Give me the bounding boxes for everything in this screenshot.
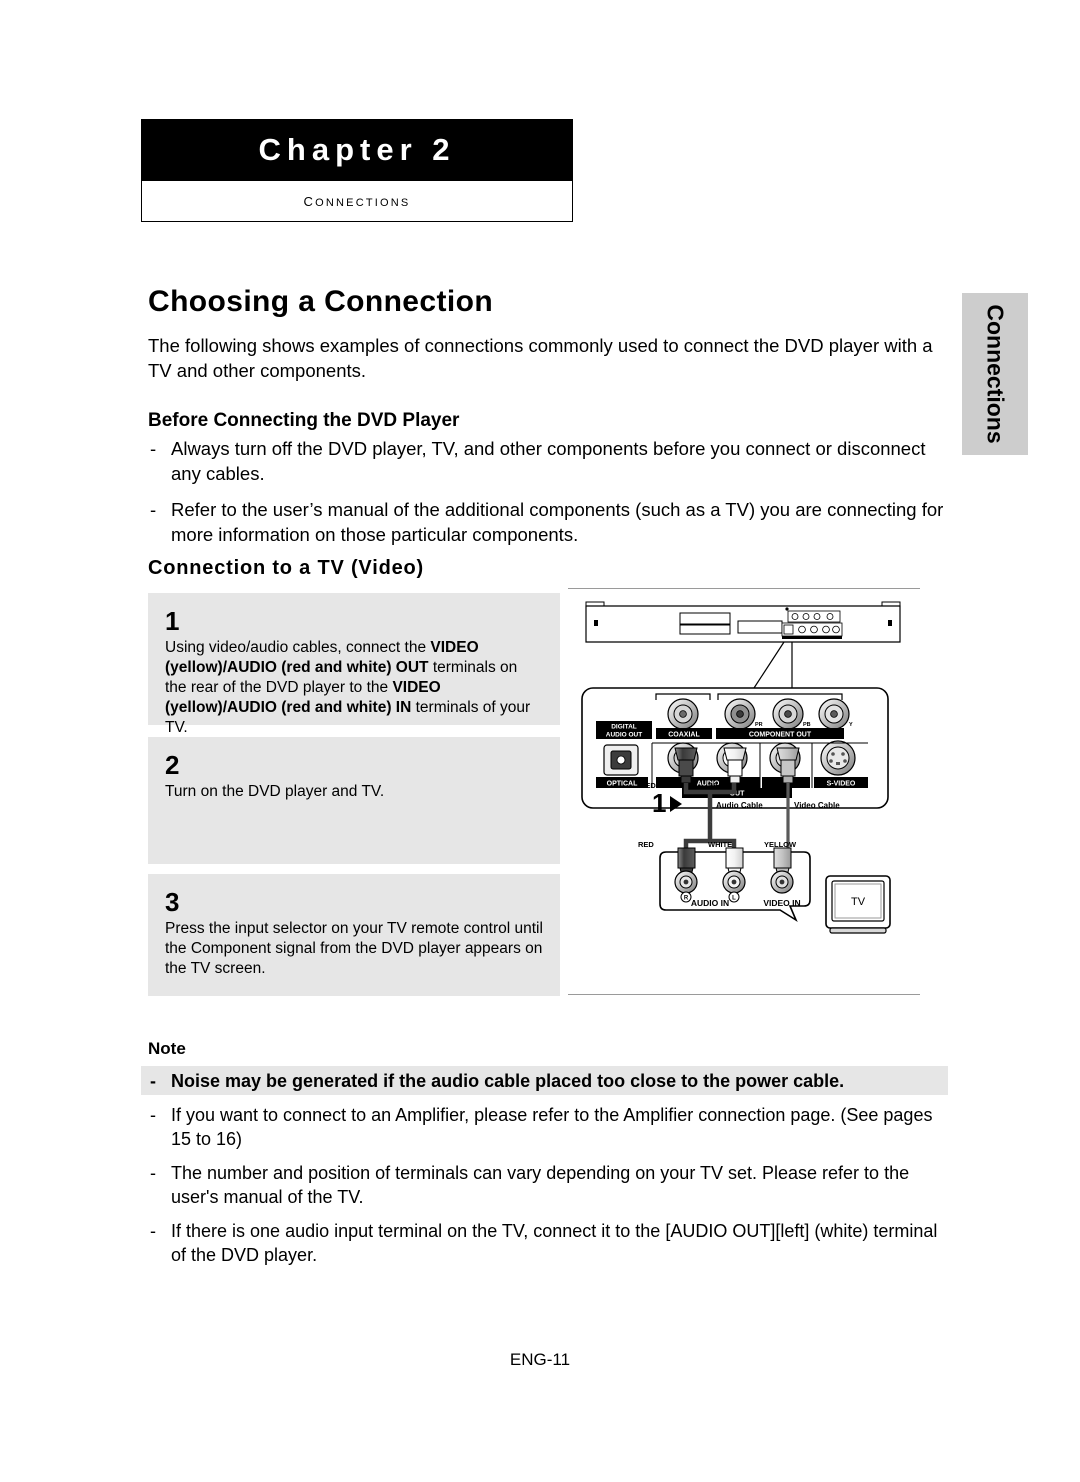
step-number: 3	[165, 887, 180, 917]
chapter-header: Chapter 2 Connections	[141, 119, 573, 222]
list-item-text: If you want to connect to an Amplifier, …	[171, 1105, 933, 1149]
dash-marker: -	[150, 1071, 156, 1091]
before-connecting-list: - Always turn off the DVD player, TV, an…	[148, 436, 948, 558]
dash-marker: -	[150, 1105, 156, 1125]
note-heading: Note	[148, 1039, 186, 1058]
label-red-bottom: RED	[638, 840, 654, 849]
dvd-rear-panel-full	[585, 601, 901, 643]
tv-set: TV	[825, 875, 891, 934]
svg-text:L: L	[732, 896, 736, 902]
list-item: - The number and position of terminals c…	[148, 1161, 948, 1209]
dash-marker: -	[150, 1221, 156, 1241]
list-item-text: Always turn off the DVD player, TV, and …	[171, 438, 926, 484]
tv-input-panel: R L AUDIO IN VIDEO IN	[659, 847, 811, 923]
label-yellow-top: YELLOW	[764, 781, 797, 790]
connection-diagram: PR PB Y COAXIAL COMPONENT OUT DIGITAL AU…	[568, 588, 920, 998]
side-tab-label: Connections	[982, 304, 1009, 444]
label-tv: TV	[851, 896, 866, 908]
label-white-top: WHITE	[708, 781, 732, 790]
list-item-text: Refer to the user’s manual of the additi…	[171, 499, 944, 545]
svg-text:R: R	[684, 896, 689, 902]
label-audio-in: AUDIO IN	[691, 898, 729, 908]
diagram-rule-bottom	[568, 994, 920, 995]
svg-text:DIGITAL: DIGITAL	[611, 724, 637, 731]
cable-color-labels-bottom: RED WHITE YELLOW	[638, 840, 797, 849]
side-tab-connections: Connections	[962, 293, 1028, 455]
list-item: - Noise may be generated if the audio ca…	[148, 1069, 948, 1093]
dash-marker: -	[150, 499, 157, 520]
diagram-svg: PR PB Y COAXIAL COMPONENT OUT DIGITAL AU…	[581, 601, 901, 934]
step-box-3: 3 Press the input selector on your TV re…	[148, 874, 560, 996]
jack-optical	[603, 744, 639, 776]
chapter-subtitle-bar: Connections	[141, 181, 573, 222]
tv-jack-video	[770, 870, 794, 894]
page-title: Choosing a Connection	[148, 285, 494, 318]
step-box-2: 2 Turn on the DVD player and TV.	[148, 737, 560, 864]
connection-section-heading: Connection to a TV (Video)	[148, 557, 424, 579]
dash-marker: -	[150, 1163, 156, 1183]
page-footer: ENG-11	[509, 1350, 571, 1369]
step-text: Turn on the DVD player and TV.	[165, 783, 385, 800]
step-text: Press the input selector on your TV remo…	[165, 920, 543, 977]
svg-text:AUDIO OUT: AUDIO OUT	[606, 732, 643, 739]
step-number: 1	[165, 606, 180, 636]
intro-paragraph: The following shows examples of connecti…	[148, 335, 933, 381]
svg-text:PR: PR	[755, 722, 763, 728]
step-number: 2	[165, 750, 180, 780]
svg-text:OPTICAL: OPTICAL	[607, 781, 638, 788]
before-connecting-heading: Before Connecting the DVD Player	[148, 410, 460, 431]
chapter-subtitle: Connections	[303, 190, 411, 211]
svg-text:COAXIAL: COAXIAL	[668, 732, 700, 739]
callout-lines	[753, 641, 793, 689]
step-box-1: 1 Using video/audio cables, connect the …	[148, 593, 560, 736]
label-video-cable: Video Cable	[794, 801, 840, 810]
jack-s-video	[820, 740, 856, 776]
list-item: - Refer to the user’s manual of the addi…	[148, 497, 948, 547]
list-item-text: The number and position of terminals can…	[171, 1163, 910, 1207]
chapter-title-bar: Chapter 2	[141, 119, 573, 181]
svg-text:S-VIDEO: S-VIDEO	[827, 781, 856, 788]
svg-text:Y: Y	[849, 722, 853, 728]
label-video-in: VIDEO IN	[763, 898, 800, 908]
jack-coaxial	[667, 698, 699, 730]
chapter-title: Chapter 2	[258, 132, 456, 167]
note-list: - Noise may be generated if the audio ca…	[148, 1069, 948, 1277]
step-text: Using video/audio cables, connect the VI…	[165, 639, 531, 736]
svg-text:COMPONENT OUT: COMPONENT OUT	[749, 732, 812, 739]
diagram-rule-top	[568, 588, 920, 589]
list-item: - If there is one audio input terminal o…	[148, 1219, 948, 1267]
list-item: - Always turn off the DVD player, TV, an…	[148, 436, 948, 486]
list-item-text: Noise may be generated if the audio cabl…	[171, 1071, 845, 1091]
list-item-text: If there is one audio input terminal on …	[171, 1221, 938, 1265]
list-item: - If you want to connect to an Amplifier…	[148, 1103, 948, 1151]
step-marker-number: 1	[652, 788, 666, 818]
svg-text:PB: PB	[803, 722, 811, 728]
label-audio-cable: Audio Cable	[716, 801, 763, 810]
dash-marker: -	[150, 438, 157, 459]
